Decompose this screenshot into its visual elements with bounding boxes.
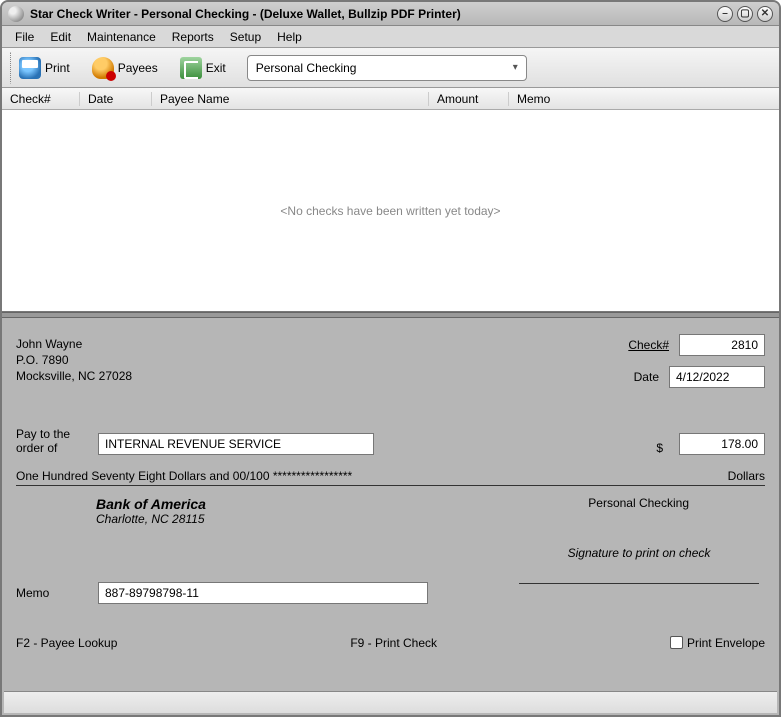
check-number-label: Check# — [628, 338, 669, 352]
toolbar: Print Payees Exit Personal Checking ▾ — [2, 48, 779, 88]
account-select-value: Personal Checking — [256, 61, 357, 75]
hint-f9: F9 - Print Check — [350, 636, 437, 650]
menubar: File Edit Maintenance Reports Setup Help — [2, 26, 779, 48]
maximize-button[interactable]: ▢ — [737, 6, 753, 22]
payee-input[interactable] — [98, 433, 374, 455]
door-icon — [180, 57, 202, 79]
print-envelope-option[interactable]: Print Envelope — [670, 636, 765, 650]
payto-label-2: order of — [16, 441, 88, 455]
app-icon — [8, 6, 24, 22]
app-window: Star Check Writer - Personal Checking - … — [0, 0, 781, 717]
check-number-input[interactable] — [679, 334, 765, 356]
payees-button[interactable]: Payees — [83, 52, 167, 84]
date-input[interactable] — [669, 366, 765, 388]
dollars-label: Dollars — [728, 469, 765, 483]
signature-label: Signature to print on check — [519, 546, 759, 560]
account-select[interactable]: Personal Checking ▾ — [247, 55, 527, 81]
col-date[interactable]: Date — [80, 92, 152, 106]
exit-label: Exit — [206, 61, 226, 75]
hint-f2: F2 - Payee Lookup — [16, 636, 117, 650]
signature-line — [519, 564, 759, 584]
amount-words: One Hundred Seventy Eight Dollars and 00… — [16, 469, 352, 483]
exit-button[interactable]: Exit — [171, 52, 235, 84]
close-button[interactable]: ✕ — [757, 6, 773, 22]
col-memo[interactable]: Memo — [509, 92, 779, 106]
memo-label: Memo — [16, 586, 88, 600]
chevron-down-icon: ▾ — [513, 62, 518, 73]
memo-input[interactable] — [98, 582, 428, 604]
titlebar: Star Check Writer - Personal Checking - … — [2, 2, 779, 26]
grid-empty-text: <No checks have been written yet today> — [280, 204, 500, 218]
print-label: Print — [45, 61, 70, 75]
grid-header: Check# Date Payee Name Amount Memo — [2, 88, 779, 110]
account-name-label: Personal Checking — [588, 496, 689, 510]
menu-help[interactable]: Help — [272, 28, 307, 46]
col-payee[interactable]: Payee Name — [152, 92, 429, 106]
window-title: Star Check Writer - Personal Checking - … — [30, 7, 717, 21]
col-amount[interactable]: Amount — [429, 92, 509, 106]
menu-reports[interactable]: Reports — [167, 28, 219, 46]
menu-file[interactable]: File — [10, 28, 39, 46]
checkbox-icon — [670, 636, 683, 649]
dollar-sign: $ — [656, 441, 663, 455]
col-check[interactable]: Check# — [2, 92, 80, 106]
print-envelope-label: Print Envelope — [687, 636, 765, 650]
minimize-button[interactable]: – — [717, 6, 733, 22]
date-label: Date — [634, 370, 659, 384]
bank-city: Charlotte, NC 28115 — [96, 512, 765, 526]
check-panel: John Wayne P.O. 7890 Mocksville, NC 2702… — [2, 318, 779, 691]
printer-icon — [19, 57, 41, 79]
menu-maintenance[interactable]: Maintenance — [82, 28, 161, 46]
payto-label-1: Pay to the — [16, 427, 88, 441]
grid-body: <No checks have been written yet today> — [2, 110, 779, 312]
menu-edit[interactable]: Edit — [45, 28, 76, 46]
menu-setup[interactable]: Setup — [225, 28, 266, 46]
print-button[interactable]: Print — [10, 52, 79, 84]
statusbar — [4, 691, 777, 713]
payees-label: Payees — [118, 61, 158, 75]
amount-input[interactable] — [679, 433, 765, 455]
people-icon — [92, 57, 114, 79]
